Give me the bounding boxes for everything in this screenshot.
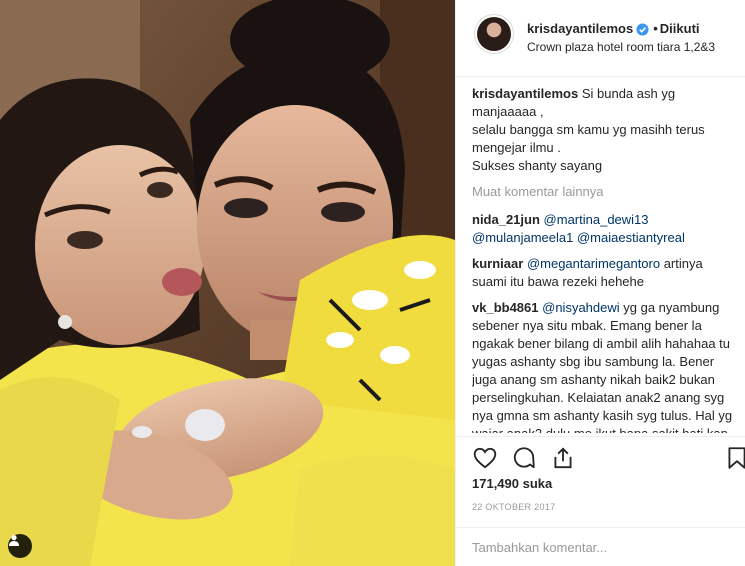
comment-bubble-icon[interactable] xyxy=(511,445,537,471)
instagram-post-view: krisdayantilemos • Diikuti Crown plaza hot… xyxy=(0,0,745,566)
add-comment-bar xyxy=(456,527,745,566)
caption: krisdayantilemos Si bunda ash yg manjaaa… xyxy=(472,85,734,175)
list-item: kurniaar @megantarimegantoro artinya sua… xyxy=(472,255,734,291)
action-bar xyxy=(456,436,745,476)
comment-mention[interactable]: @megantarimegantoro xyxy=(527,256,660,271)
follow-status-button[interactable]: Diikuti xyxy=(660,21,700,36)
list-item: nida_21jun @martina_dewi13 @mulanjameela… xyxy=(472,211,734,247)
load-more-comments-button[interactable]: Muat komentar lainnya xyxy=(472,183,734,201)
share-icon[interactable] xyxy=(550,445,576,471)
verified-badge-icon xyxy=(636,23,649,39)
post-date[interactable]: 22 OKTOBER 2017 xyxy=(472,502,555,512)
post-side-panel: krisdayantilemos • Diikuti Crown plaza hot… xyxy=(455,0,745,566)
avatar-image xyxy=(477,17,511,51)
list-item: vk_bb4861 @nisyahdewi yg ga nyambung seb… xyxy=(472,299,734,433)
heart-icon[interactable] xyxy=(472,445,498,471)
photo-illustration xyxy=(0,0,455,566)
comment-mention[interactable]: @nisyahdewi xyxy=(542,300,620,315)
comments-list[interactable]: krisdayantilemos Si bunda ash yg manjaaa… xyxy=(472,85,734,433)
comment-input[interactable] xyxy=(472,538,732,556)
avatar[interactable] xyxy=(474,14,514,54)
likes-count[interactable]: 171,490 suka xyxy=(472,476,552,491)
header-username[interactable]: krisdayantilemos xyxy=(527,21,633,36)
caption-username[interactable]: krisdayantilemos xyxy=(472,86,578,101)
location-link[interactable]: Crown plaza hotel room tiara 1,2&3 xyxy=(527,40,715,54)
comment-mention[interactable]: @martina_dewi13 xyxy=(544,212,649,227)
comment-text: yg ga nyambung sebener nya situ mbak. Em… xyxy=(472,300,733,433)
post-photo[interactable] xyxy=(0,0,455,566)
comment-username[interactable]: nida_21jun xyxy=(472,212,540,227)
header-separator: • xyxy=(653,21,658,36)
post-header: krisdayantilemos • Diikuti Crown plaza hot… xyxy=(456,0,745,77)
comment-username[interactable]: kurniaar xyxy=(472,256,523,271)
comment-mention[interactable]: @mulanjameela1 xyxy=(472,230,573,245)
comment-username[interactable]: vk_bb4861 xyxy=(472,300,539,315)
header-user-line: krisdayantilemos • Diikuti xyxy=(527,21,700,39)
bookmark-icon[interactable] xyxy=(724,445,745,471)
user-tag-icon[interactable] xyxy=(8,534,32,558)
comment-mention[interactable]: @maiaestiantyreal xyxy=(577,230,685,245)
